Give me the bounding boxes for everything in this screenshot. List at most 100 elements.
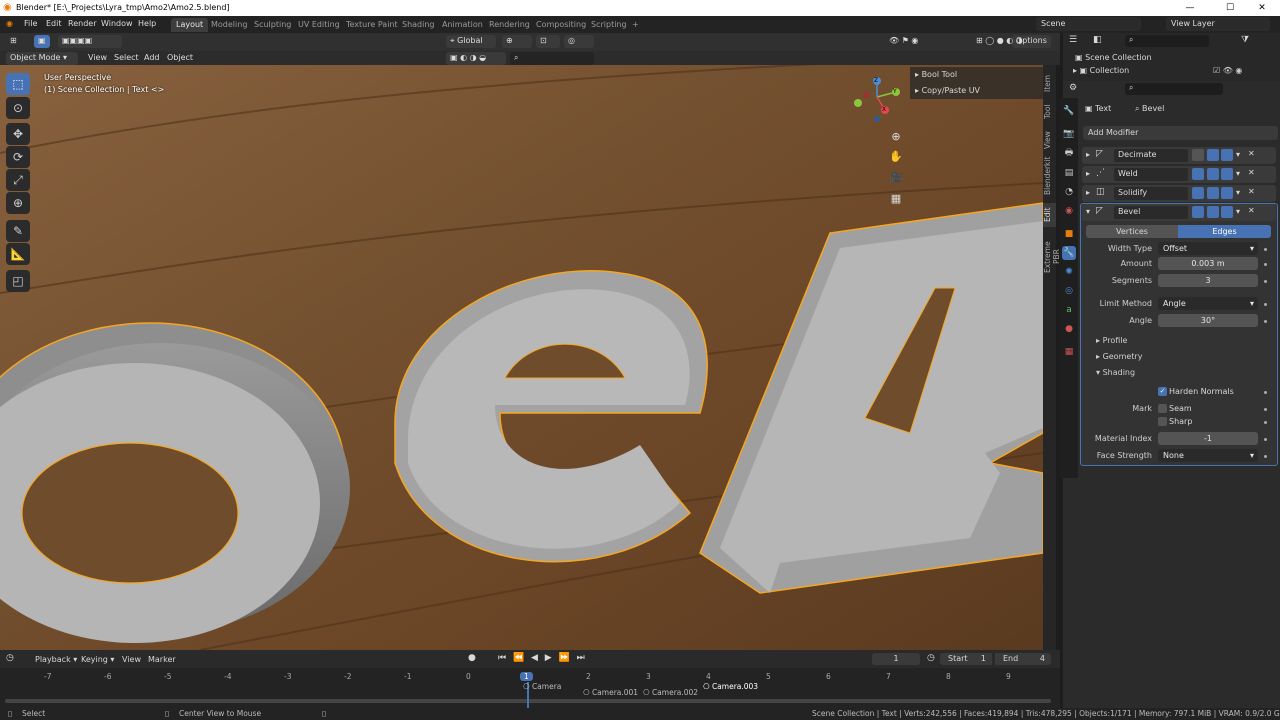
visibility-icons[interactable]: ☑ 👁 ◉ [1213, 66, 1242, 75]
close-button[interactable]: ✕ [1244, 0, 1280, 16]
render-icon[interactable] [1221, 206, 1233, 218]
collection-row[interactable]: ▸ ▣ Collection [1073, 66, 1129, 75]
minimize-button[interactable]: — [1172, 0, 1208, 16]
proportional-edit-icon[interactable]: ◎ [564, 35, 594, 48]
tab-rendering[interactable]: Rendering [484, 18, 535, 32]
tab-compositing[interactable]: Compositing [531, 18, 591, 32]
measure-tool-icon[interactable]: 📐 [6, 243, 30, 265]
modifier-bevel[interactable]: ▾ ◸ Bevel ▾ ✕ [1082, 204, 1276, 221]
current-frame-tick[interactable]: 1 [520, 672, 533, 681]
shading-section[interactable]: ▾ Shading [1096, 368, 1135, 377]
tab-shading[interactable]: Shading [397, 18, 440, 32]
render-icon[interactable] [1221, 149, 1233, 161]
filter-icons[interactable]: ▣ ◐ ◑ ◒ [446, 52, 506, 65]
properties-editor-icon[interactable]: ⚙ [1069, 83, 1077, 93]
editmode-icon[interactable] [1192, 149, 1204, 161]
affect-edges-tab[interactable]: Edges [1178, 225, 1271, 238]
keyframe-dot[interactable] [1264, 438, 1267, 441]
amount-field[interactable]: 0.003 m [1158, 257, 1258, 270]
tab-uv-editing[interactable]: UV Editing [293, 18, 345, 32]
viewport-search[interactable]: ⌕ [510, 52, 594, 65]
expand-icon[interactable]: ▸ [1086, 188, 1090, 197]
expand-icon[interactable]: ▸ [1086, 150, 1090, 159]
pan-hand-icon[interactable]: ✋ [887, 148, 905, 166]
modifier-name[interactable]: Decimate [1114, 149, 1188, 162]
scene-tab-icon[interactable]: ◔ [1062, 185, 1076, 199]
outliner-editor-icon[interactable]: ☰ [1069, 35, 1077, 45]
tab-layout[interactable]: Layout [171, 18, 209, 32]
face-strength-dropdown[interactable]: None ▾ [1158, 449, 1258, 462]
chevron-down-icon[interactable]: ▾ [1236, 207, 1240, 216]
object-tab-icon[interactable]: ■ [1062, 227, 1076, 241]
modifier-name[interactable]: Bevel [1114, 206, 1188, 219]
keyframe-dot[interactable] [1264, 408, 1267, 411]
tab-animation[interactable]: Animation [437, 18, 488, 32]
zoom-icon[interactable]: ⊕ [887, 128, 905, 146]
particles-tab-icon[interactable]: ✺ [1062, 265, 1076, 279]
menu-add[interactable]: Add [140, 52, 164, 65]
shading-mode-icons[interactable]: ⊞ ◯ ● ◐ ◑ [972, 35, 1040, 48]
bool-tool-expander[interactable]: ▸ Bool Tool [915, 70, 957, 79]
cursor-tool-icon[interactable]: ⊙ [6, 97, 30, 119]
render-icon[interactable] [1221, 168, 1233, 180]
tab-modeling[interactable]: Modeling [206, 18, 252, 32]
modifier-name[interactable]: Solidify [1114, 187, 1188, 200]
texture-tab-icon[interactable]: ▦ [1062, 345, 1076, 359]
add-modifier-button[interactable]: Add Modifier [1083, 126, 1278, 140]
scene-selector[interactable]: Scene [1036, 17, 1141, 31]
menu-playback[interactable]: Playback ▾ [35, 655, 77, 664]
keyframe-dot[interactable] [1264, 455, 1267, 458]
tab-view[interactable]: View [1043, 128, 1056, 152]
playback-controls-icon[interactable]: ⏮ ⏪ ◀ ▶ ⏩ ⏭ [498, 653, 587, 663]
camera-marker[interactable]: ⎔ Camera.001 [583, 688, 638, 697]
tab-edit[interactable]: Edit [1043, 203, 1056, 227]
transform-orientation[interactable]: ⌖ Global [446, 35, 496, 48]
remove-icon[interactable]: ✕ [1248, 168, 1255, 177]
outliner-search-input[interactable]: ⌕ [1125, 35, 1209, 47]
modifier-name[interactable]: Weld [1114, 168, 1188, 181]
transform-tool-icon[interactable]: ⊕ [6, 192, 30, 214]
menu-render[interactable]: Render [68, 19, 96, 28]
add-cube-tool-icon[interactable]: ◰ [6, 270, 30, 292]
rotate-tool-icon[interactable]: ⟳ [6, 146, 30, 168]
end-frame-field[interactable]: End 4 [995, 653, 1051, 665]
chevron-down-icon[interactable]: ▾ [1236, 150, 1240, 159]
profile-section[interactable]: ▸ Profile [1096, 336, 1127, 345]
editmode-icon[interactable] [1192, 206, 1204, 218]
blender-menu-icon[interactable]: ◉ [6, 19, 13, 28]
record-icon[interactable]: ● [468, 653, 476, 663]
start-frame-field[interactable]: Start 1 [940, 653, 992, 665]
menu-select[interactable]: Select [110, 52, 143, 65]
tab-item[interactable]: Item [1043, 70, 1056, 96]
harden-normals-checkbox[interactable]: ✓ [1158, 387, 1167, 396]
remove-icon[interactable]: ✕ [1248, 187, 1255, 196]
affect-vertices-tab[interactable]: Vertices [1086, 225, 1178, 238]
gizmo-toggle-icons[interactable]: 👁 ⚑ ◉ [885, 35, 945, 48]
editmode-icon[interactable] [1192, 187, 1204, 199]
keyframe-dot[interactable] [1264, 320, 1267, 323]
keyframe-dot[interactable] [1264, 263, 1267, 266]
keyframe-dot[interactable] [1264, 248, 1267, 251]
data-tab-icon[interactable]: a [1062, 303, 1076, 317]
modifier-tab-icon[interactable]: 🔧 [1062, 246, 1076, 260]
tab-blenderkit[interactable]: Blenderkit [1043, 156, 1056, 198]
viewport-icon[interactable] [1207, 149, 1219, 161]
modifier-solidify[interactable]: ▸ ◫ Solidify ▾ ✕ [1082, 185, 1276, 202]
segments-field[interactable]: 3 [1158, 274, 1258, 287]
view-layer-tab-icon[interactable]: ▤ [1062, 166, 1076, 180]
angle-field[interactable]: 30° [1158, 314, 1258, 327]
limit-method-dropdown[interactable]: Angle ▾ [1158, 297, 1258, 310]
menu-view[interactable]: View [84, 52, 111, 65]
camera-view-icon[interactable]: 🎥 [887, 169, 905, 187]
editmode-icon[interactable] [1192, 168, 1204, 180]
menu-keying[interactable]: Keying ▾ [81, 655, 114, 664]
scene-collection-row[interactable]: ▣ Scene Collection [1075, 53, 1152, 62]
remove-icon[interactable]: ✕ [1248, 149, 1255, 158]
keyframe-dot[interactable] [1264, 280, 1267, 283]
display-mode-icon[interactable]: ◧ [1093, 35, 1102, 45]
keyframe-dot[interactable] [1264, 421, 1267, 424]
material-index-field[interactable]: -1 [1158, 432, 1258, 445]
scale-tool-icon[interactable]: ⤢ [6, 169, 30, 191]
expand-icon[interactable]: ▸ [1086, 169, 1090, 178]
chevron-down-icon[interactable]: ▾ [1236, 169, 1240, 178]
